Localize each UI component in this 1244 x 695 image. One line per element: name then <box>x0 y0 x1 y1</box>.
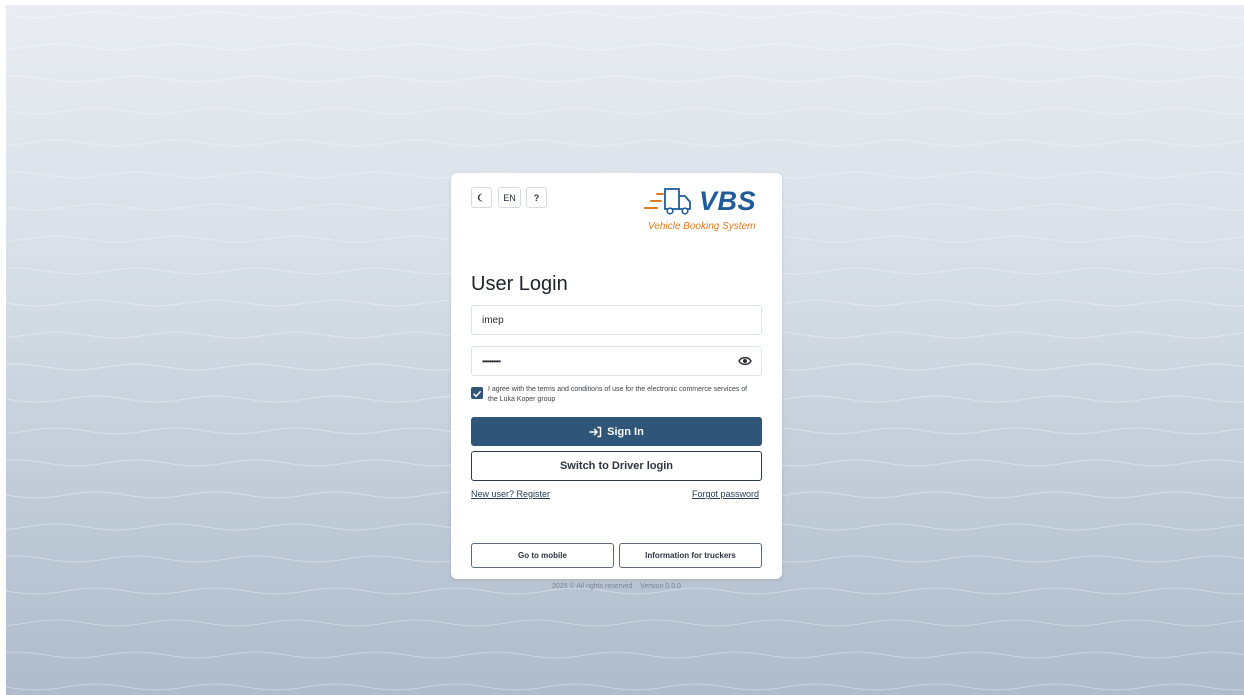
logo-subtitle: Vehicle Booking System <box>648 221 756 232</box>
page-title: User Login <box>471 273 568 295</box>
version-text: Version 0.0.0 <box>640 583 681 590</box>
logo-brand-text: VBS <box>699 186 757 216</box>
wave-line <box>6 11 1244 19</box>
wave-line <box>6 75 1244 83</box>
language-button[interactable]: EN <box>498 187 521 208</box>
password-field[interactable]: •••••••••• <box>471 346 762 376</box>
theme-toggle-button[interactable] <box>471 187 492 208</box>
forgot-password-link[interactable]: Forgot password <box>692 489 759 499</box>
wave-line <box>6 107 1244 115</box>
login-arrow-icon <box>589 426 602 437</box>
username-value: imep <box>482 314 504 326</box>
footer: 2025 © All rights reserved Version 0.0.0 <box>451 583 782 590</box>
wave-line <box>6 651 1244 659</box>
wave-line <box>6 43 1244 51</box>
wave-line <box>6 619 1244 627</box>
login-card: EN ? VBS Vehicle Booking System User Log… <box>451 173 782 579</box>
information-for-truckers-button[interactable]: Information for truckers <box>619 543 762 568</box>
username-field[interactable]: imep <box>471 305 762 335</box>
vbs-logo: VBS Vehicle Booking System <box>643 185 761 235</box>
help-button[interactable]: ? <box>526 187 547 208</box>
checkmark-icon <box>473 391 481 398</box>
switch-to-driver-button[interactable]: Switch to Driver login <box>471 451 762 481</box>
moon-icon <box>477 193 483 202</box>
terms-checkbox[interactable] <box>471 387 483 399</box>
password-value: •••••••••• <box>482 356 501 366</box>
sign-in-button[interactable]: Sign In <box>471 417 762 446</box>
truck-icon <box>644 188 691 215</box>
copyright-text: 2025 © All rights reserved <box>552 583 633 590</box>
sign-in-label: Sign In <box>607 425 644 438</box>
register-link[interactable]: New user? Register <box>471 489 550 499</box>
wave-line <box>6 683 1244 691</box>
eye-icon[interactable] <box>738 355 752 367</box>
wave-line <box>6 139 1244 147</box>
terms-label: I agree with the terms and conditions of… <box>488 386 748 403</box>
go-to-mobile-button[interactable]: Go to mobile <box>471 543 614 568</box>
